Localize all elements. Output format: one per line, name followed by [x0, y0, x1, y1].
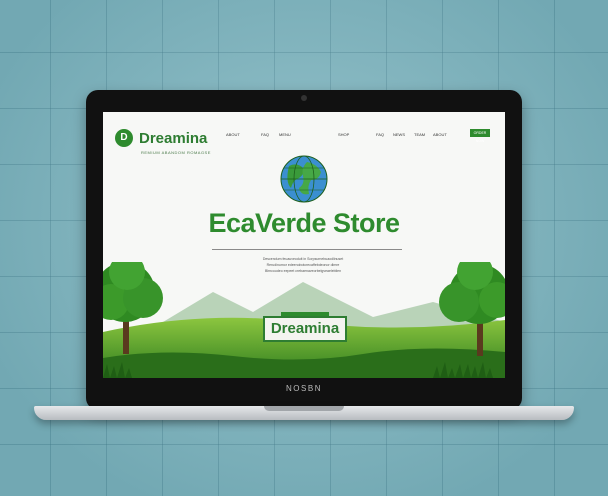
title-divider — [212, 249, 402, 250]
laptop-base — [34, 406, 574, 420]
logo-text[interactable]: Dreamina — [139, 130, 207, 147]
logo-tagline: REMIUM ABANDOM ROMAGSE — [141, 150, 211, 155]
nav-item[interactable]: TEAM — [414, 132, 425, 137]
nav-item[interactable]: FAQ — [261, 132, 269, 137]
top-navigation: D Dreamina REMIUM ABANDOM ROMAGSE ABOUT … — [103, 112, 505, 158]
nav-item[interactable]: FAQ — [376, 132, 384, 137]
nav-item[interactable]: SHOP — [338, 132, 349, 137]
nav-item[interactable]: ABOUT — [226, 132, 240, 137]
trackpad-notch — [264, 406, 344, 411]
nav-item[interactable]: NEWS — [393, 132, 405, 137]
laptop-brand-label: NOSBN — [286, 384, 322, 393]
webcam — [301, 95, 307, 101]
hero-description-line: Descendum feuauveoduit in Sorpsurnebuaod… — [262, 257, 344, 261]
nav-item[interactable]: ABOUT — [433, 132, 447, 137]
site-title: EcaVerde Store — [208, 208, 400, 238]
globe-icon — [280, 155, 328, 203]
nav-item[interactable]: MENU — [279, 132, 291, 137]
brand-badge[interactable]: Dreamina — [263, 316, 347, 342]
order-now-button[interactable]: ORDER NOW — [470, 129, 490, 143]
logo-icon[interactable]: D — [115, 129, 133, 147]
laptop-screen: D Dreamina REMIUM ABANDOM ROMAGSE ABOUT … — [103, 112, 505, 378]
